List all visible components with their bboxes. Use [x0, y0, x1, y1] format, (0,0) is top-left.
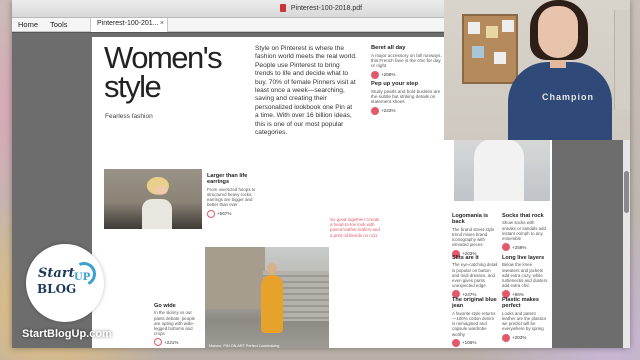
logo-line-start: Start — [38, 266, 75, 281]
pdf-file-icon — [279, 4, 286, 13]
page-subhead: Fearless fashion — [105, 113, 153, 120]
door — [614, 10, 630, 110]
pinned-note — [502, 20, 514, 32]
stat-badge: +203% — [502, 333, 548, 342]
model-figure — [142, 199, 172, 229]
stat-badge: +567% — [207, 209, 257, 218]
stat-title: Pep up your step — [371, 81, 419, 87]
growth-dot-icon — [502, 243, 510, 252]
building-shape — [205, 247, 265, 309]
tools-tab-button[interactable]: Tools — [50, 20, 68, 29]
pinned-note — [494, 52, 506, 64]
block-title: Plastic makes perfect — [502, 297, 540, 310]
logo-line-blog: BLOG — [37, 282, 77, 296]
pinned-note — [472, 46, 484, 58]
block-desc: The eye-catching detail is popular on bu… — [452, 262, 498, 289]
logo-line-up: UP — [74, 272, 91, 283]
block-title: Socks that rock — [502, 213, 544, 219]
document-tab-label: Pinterest-100-201... — [97, 20, 159, 27]
stat-desc: A major accessory on fall runways, this … — [371, 52, 442, 69]
layers-block: Long live layers Below the knee sweaters… — [502, 255, 548, 299]
block-desc: In the skinny vs out pants debate, peopl… — [154, 310, 196, 337]
stat-badge: +221% — [154, 338, 202, 347]
stat-value: +268% — [381, 72, 396, 78]
intro-paragraph: Style on Pinterest is where the fashion … — [255, 45, 357, 137]
growth-dot-icon — [207, 209, 215, 218]
block-title: Logomania is back — [452, 213, 489, 226]
startblogup-logo: Start BLOG UP — [26, 244, 104, 322]
yellow-coat-photo: Maison, PIN ON ART Perfect Lookmaking — [205, 247, 329, 348]
growth-dot-icon — [154, 338, 162, 347]
scrollbar-thumb[interactable] — [624, 171, 629, 213]
pinned-note — [486, 26, 498, 38]
document-tab[interactable]: Pinterest-100-201... × — [90, 18, 168, 32]
yellow-coat-shape — [261, 275, 283, 333]
stat-value: +105% — [462, 340, 477, 346]
plastic-block: Plastic makes perfect Looks and patent l… — [502, 297, 548, 342]
pink-note-text: So good together! Create a head-to-toe l… — [330, 217, 380, 238]
block-title: Larger than life earrings — [207, 173, 248, 186]
slits-block: Slits are it The eye-catching detail is … — [452, 255, 498, 299]
block-desc: A favorite style returns—100% cotton den… — [452, 310, 496, 337]
block-desc: Below the knee sweaters and jackets add … — [502, 262, 548, 289]
stat-badge: +259% — [502, 243, 548, 252]
model-head-shape — [267, 263, 277, 275]
stat-badge: +105% — [452, 338, 498, 347]
blue-jean-block: The original blue jean A favorite style … — [452, 297, 498, 347]
pinned-note — [468, 22, 480, 34]
block-desc: Show socks with sneaks or sandals add in… — [502, 220, 546, 242]
side-stat-shoes: Pep up your step Study pearls and bold b… — [371, 81, 445, 115]
shirt-logo-text: Champion — [542, 92, 594, 102]
block-title: Go wide — [154, 303, 176, 309]
go-wide-block: Go wide In the skinny vs out pants debat… — [154, 303, 202, 347]
pink-note: So good together! Create a head-to-toe l… — [330, 217, 380, 238]
page-headline: Women's style — [104, 40, 223, 104]
stat-title: Beret all day — [371, 45, 406, 51]
corkboard — [462, 14, 518, 84]
home-tab-button[interactable]: Home — [18, 20, 38, 29]
stat-value: +203% — [512, 335, 527, 341]
photo-caption: Maison, PIN ON ART Perfect Lookmaking — [209, 344, 280, 348]
stat-desc: Study pearls and bold buckles are the su… — [371, 88, 441, 105]
stat-value: +223% — [381, 108, 396, 114]
stat-value: +259% — [512, 244, 527, 250]
block-title: Long live layers — [502, 255, 545, 261]
stat-value: +567% — [217, 211, 232, 217]
presenter-face — [538, 6, 578, 58]
block-desc: The brand street style trend mixes brand… — [452, 226, 495, 248]
stat-badge: +223% — [371, 106, 445, 115]
growth-dot-icon — [371, 70, 379, 79]
socks-block: Socks that rock Show socks with sneaks o… — [502, 213, 548, 252]
site-url: StartBlogUp.com — [22, 328, 112, 340]
block-title: Slits are it — [452, 255, 479, 261]
growth-dot-icon — [502, 333, 510, 342]
close-tab-icon[interactable]: × — [160, 20, 164, 27]
growth-dot-icon — [452, 338, 460, 347]
stat-value: +221% — [164, 339, 179, 345]
growth-dot-icon — [371, 106, 379, 115]
logomania-block: Logomania is back The brand street style… — [452, 213, 498, 258]
webcam-overlay: Champion — [444, 0, 630, 140]
block-desc: Looks and patent leather are the plastic… — [502, 310, 547, 332]
window-title: Pinterest-100-2018.pdf — [290, 5, 363, 12]
block-title: The original blue jean — [452, 297, 497, 310]
earrings-photo — [104, 169, 202, 229]
sweatshirt-photo — [454, 135, 550, 201]
pdf-page: Women's style Fearless fashion Style on … — [92, 37, 450, 348]
block-desc: From oversized hoops to structured heavy… — [207, 186, 256, 208]
earrings-block: Larger than life earrings From oversized… — [207, 173, 257, 218]
sweatshirt-shape — [474, 139, 524, 201]
side-stat-beret: Beret all day A major accessory on fall … — [371, 45, 445, 79]
stat-badge: +268% — [371, 70, 445, 79]
